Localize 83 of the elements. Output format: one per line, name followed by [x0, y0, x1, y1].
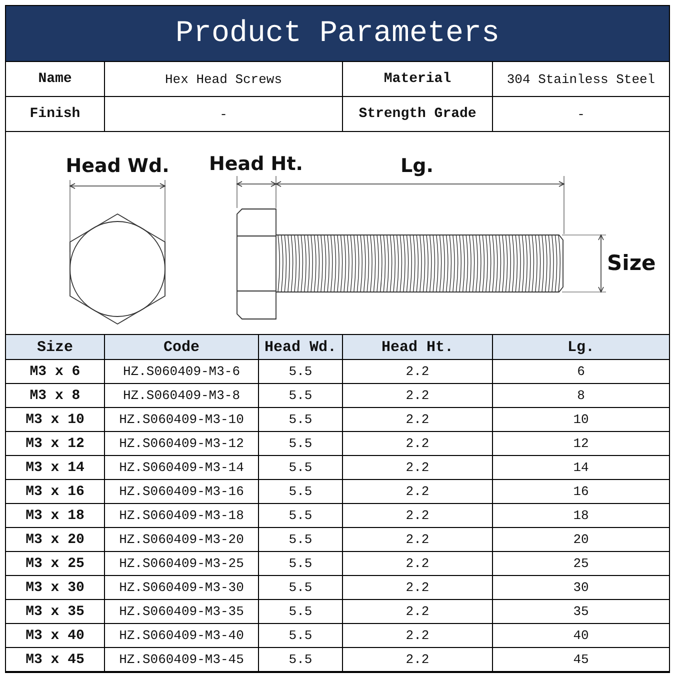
- field-label: Material: [343, 62, 493, 97]
- table-cell: 2.2: [343, 408, 493, 432]
- table-cell: HZ.S060409-M3-20: [105, 528, 259, 552]
- table-cell: M3 x 6: [6, 360, 105, 384]
- table-cell: M3 x 16: [6, 480, 105, 504]
- field-label: Finish: [6, 97, 105, 132]
- table-cell: 2.2: [343, 624, 493, 648]
- table-cell: 6: [493, 360, 669, 384]
- table-cell: HZ.S060409-M3-18: [105, 504, 259, 528]
- field-value: -: [493, 97, 669, 132]
- table-cell: 2.2: [343, 432, 493, 456]
- table-cell: 2.2: [343, 480, 493, 504]
- table-cell: 14: [493, 456, 669, 480]
- table-cell: 5.5: [259, 648, 343, 672]
- table-cell: 5.5: [259, 624, 343, 648]
- column-header: Head Ht.: [343, 335, 493, 360]
- table-cell: M3 x 12: [6, 432, 105, 456]
- table-cell: 5.5: [259, 360, 343, 384]
- table-cell: 5.5: [259, 384, 343, 408]
- table-cell: M3 x 30: [6, 576, 105, 600]
- table-cell: M3 x 18: [6, 504, 105, 528]
- table-cell: 5.5: [259, 432, 343, 456]
- table-cell: 5.5: [259, 528, 343, 552]
- dimension-label: Lg.: [400, 155, 434, 177]
- table-cell: HZ.S060409-M3-10: [105, 408, 259, 432]
- table-cell: HZ.S060409-M3-25: [105, 552, 259, 576]
- table-cell: M3 x 8: [6, 384, 105, 408]
- table-cell: 5.5: [259, 480, 343, 504]
- table-cell: M3 x 25: [6, 552, 105, 576]
- table-cell: 8: [493, 384, 669, 408]
- table-cell: HZ.S060409-M3-12: [105, 432, 259, 456]
- dimension-label: Head Wd.: [66, 155, 170, 177]
- table-cell: HZ.S060409-M3-16: [105, 480, 259, 504]
- table-cell: M3 x 10: [6, 408, 105, 432]
- table-cell: HZ.S060409-M3-35: [105, 600, 259, 624]
- table-cell: 5.5: [259, 576, 343, 600]
- table-cell: HZ.S060409-M3-6: [105, 360, 259, 384]
- table-cell: 2.2: [343, 456, 493, 480]
- table-cell: M3 x 40: [6, 624, 105, 648]
- table-cell: 5.5: [259, 456, 343, 480]
- table-cell: HZ.S060409-M3-8: [105, 384, 259, 408]
- field-label: Strength Grade: [343, 97, 493, 132]
- table-cell: 5.5: [259, 600, 343, 624]
- table-cell: 25: [493, 552, 669, 576]
- table-cell: 35: [493, 600, 669, 624]
- table-cell: M3 x 14: [6, 456, 105, 480]
- table-cell: 2.2: [343, 528, 493, 552]
- table-cell: HZ.S060409-M3-30: [105, 576, 259, 600]
- table-cell: 30: [493, 576, 669, 600]
- table-cell: 16: [493, 480, 669, 504]
- table-cell: 2.2: [343, 600, 493, 624]
- table-cell: 2.2: [343, 648, 493, 672]
- column-header: Size: [6, 335, 105, 360]
- dimension-label: Size: [607, 251, 656, 275]
- table-cell: HZ.S060409-M3-45: [105, 648, 259, 672]
- table-cell: M3 x 35: [6, 600, 105, 624]
- table-cell: HZ.S060409-M3-14: [105, 456, 259, 480]
- table-cell: HZ.S060409-M3-40: [105, 624, 259, 648]
- field-value: 304 Stainless Steel: [493, 62, 669, 97]
- table-cell: 10: [493, 408, 669, 432]
- field-value: Hex Head Screws: [105, 62, 343, 97]
- table-cell: 2.2: [343, 384, 493, 408]
- title-banner: Product Parameters: [6, 6, 669, 62]
- dimension-label: Head Ht.: [208, 153, 304, 175]
- table-cell: 2.2: [343, 552, 493, 576]
- column-header: Lg.: [493, 335, 669, 360]
- table-cell: 12: [493, 432, 669, 456]
- table-cell: 2.2: [343, 360, 493, 384]
- table-cell: 5.5: [259, 552, 343, 576]
- table-cell: 5.5: [259, 504, 343, 528]
- table-cell: 5.5: [259, 408, 343, 432]
- table-cell: 2.2: [343, 504, 493, 528]
- table-cell: M3 x 20: [6, 528, 105, 552]
- column-header: Code: [105, 335, 259, 360]
- table-cell: 40: [493, 624, 669, 648]
- table-cell: M3 x 45: [6, 648, 105, 672]
- column-header: Head Wd.: [259, 335, 343, 360]
- table-cell: 20: [493, 528, 669, 552]
- table-cell: 18: [493, 504, 669, 528]
- field-label: Name: [6, 62, 105, 97]
- table-cell: 2.2: [343, 576, 493, 600]
- table-cell: 45: [493, 648, 669, 672]
- field-value: -: [105, 97, 343, 132]
